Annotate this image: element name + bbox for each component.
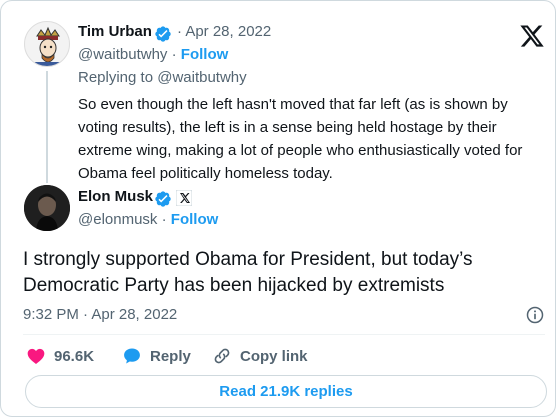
quoted-handle[interactable]: @waitbutwhy [78, 46, 167, 63]
embedded-tweet-card: Tim Urban · Apr 28, 2022 @waitbutwhy · F… [0, 0, 556, 417]
read-replies-button[interactable]: Read 21.9K replies [25, 375, 547, 408]
link-icon [214, 348, 230, 364]
quoted-tweet-text: So even though the left hasn't moved tha… [78, 96, 523, 182]
reply-label: Reply [150, 347, 191, 365]
separator-dot: · [171, 46, 181, 63]
copy-link-label: Copy link [240, 347, 308, 365]
tim-urban-avatar[interactable] [24, 21, 70, 67]
main-handle-row: @elonmusk · Follow [78, 211, 218, 228]
x-logo-icon[interactable] [519, 23, 545, 49]
follow-elon-musk-button[interactable]: Follow [171, 211, 219, 228]
info-icon[interactable] [525, 305, 545, 325]
quoted-handle-row: @waitbutwhy · Follow [78, 46, 228, 63]
follow-tim-urban-button[interactable]: Follow [181, 46, 229, 63]
verified-badge-icon [155, 191, 171, 207]
thread-connector-line [46, 71, 48, 183]
copy-link-button[interactable]: Copy link [212, 346, 308, 366]
divider [23, 334, 545, 335]
tweet-timestamp[interactable]: 9:32 PM · Apr 28, 2022 [23, 306, 177, 323]
elon-musk-avatar[interactable] [24, 185, 70, 231]
heart-icon [27, 348, 45, 364]
like-count: 96.6K [54, 347, 95, 365]
x-affiliation-badge-icon [175, 189, 193, 207]
verified-badge-icon [155, 26, 171, 42]
separator-dot: · [161, 211, 171, 228]
like-button[interactable]: 96.6K [26, 346, 94, 366]
reply-button[interactable]: Reply [122, 346, 191, 366]
reply-bubble-icon [124, 348, 140, 364]
main-tweet-text: I strongly supported Obama for President… [23, 249, 473, 296]
main-handle[interactable]: @elonmusk [78, 211, 157, 228]
main-author-name[interactable]: Elon Musk [78, 188, 153, 205]
quoted-author-name[interactable]: Tim Urban [78, 23, 152, 40]
quoted-date[interactable]: · Apr 28, 2022 [177, 23, 271, 40]
replying-to-label[interactable]: Replying to @waitbutwhy [78, 69, 247, 86]
